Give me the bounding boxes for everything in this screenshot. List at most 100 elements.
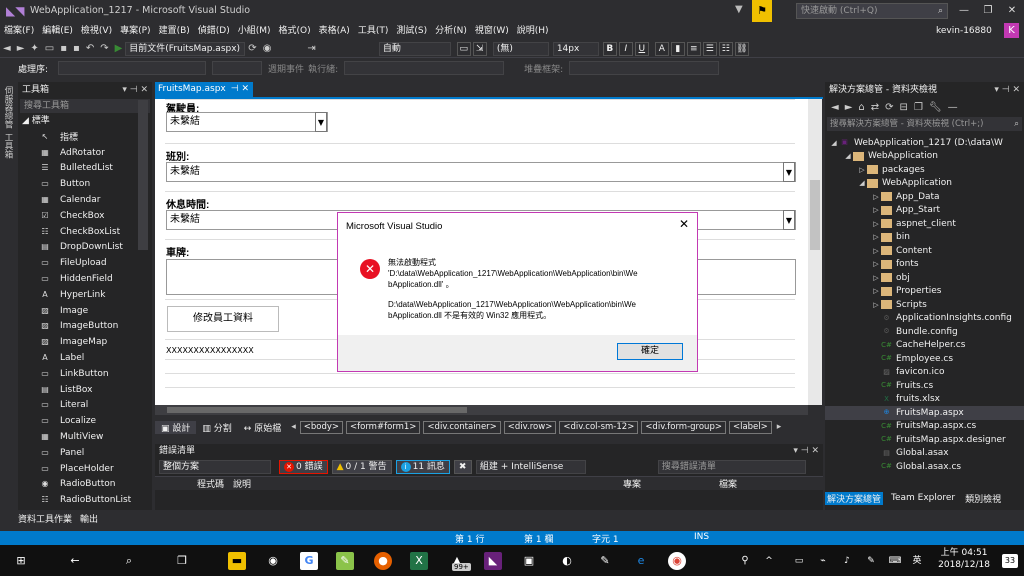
dialog-close-button[interactable]: ✕ bbox=[679, 217, 689, 231]
expand-icon[interactable]: ▷ bbox=[871, 301, 881, 309]
start-target-dropdown[interactable]: 目前文件(FruitsMap.aspx) bbox=[125, 41, 246, 56]
breadcrumb[interactable]: <body> bbox=[299, 420, 344, 434]
menu-analyze[interactable]: 分析(N) bbox=[431, 22, 471, 40]
toolbox-item-localize[interactable]: ▭ Localize bbox=[18, 413, 152, 429]
media-player-icon[interactable]: ◉ bbox=[264, 552, 282, 570]
refresh-icon[interactable]: ⟳ bbox=[245, 43, 259, 54]
highlight-icon[interactable]: ▮ bbox=[670, 41, 685, 56]
position-icon[interactable]: ▭ bbox=[456, 41, 471, 56]
expand-icon[interactable]: ▷ bbox=[871, 287, 881, 295]
tray-chevron-icon[interactable]: ^ bbox=[760, 552, 778, 570]
filter-icon[interactable]: ✖ bbox=[453, 460, 472, 474]
toolbox-item-imagemap[interactable]: ▨ ImageMap bbox=[18, 334, 152, 350]
snap-icon[interactable]: ⇲ bbox=[472, 41, 487, 56]
toolbox-item-checkboxlist[interactable]: ☷ CheckBoxList bbox=[18, 224, 152, 240]
solution-explorer-search-input[interactable]: 搜尋解決方案總管 - 資料夾檢視 (Ctrl+;) ⌕ bbox=[827, 117, 1022, 131]
network-icon[interactable]: ▭ bbox=[790, 552, 808, 570]
expand-icon[interactable]: ▷ bbox=[857, 166, 867, 174]
breadcrumb[interactable]: <form#form1> bbox=[346, 420, 421, 434]
toolbox-item-multiview[interactable]: ▦ MultiView bbox=[18, 429, 152, 445]
design-horizontal-scrollbar[interactable] bbox=[155, 405, 808, 415]
pin-icon[interactable]: ⊣ ✕ bbox=[231, 82, 249, 97]
firefox-icon[interactable]: ● bbox=[374, 552, 392, 570]
tab-fruitsmap-aspx[interactable]: FruitsMap.aspx ⊣ ✕ bbox=[155, 82, 253, 97]
tree-item[interactable]: ▷ aspnet_client bbox=[825, 217, 1024, 231]
tab-team-explorer[interactable]: Team Explorer bbox=[889, 493, 957, 503]
design-scroll-thumb[interactable] bbox=[810, 180, 820, 250]
preview-icon[interactable]: — bbox=[948, 102, 958, 113]
toolbox-item-placeholder[interactable]: ▭ PlaceHolder bbox=[18, 461, 152, 477]
toolbox-item-bulletedlist[interactable]: ☰ BulletedList bbox=[18, 161, 152, 177]
collapse-icon[interactable]: ◢ bbox=[857, 179, 867, 187]
toolbox-item-checkbox[interactable]: ☑ CheckBox bbox=[18, 208, 152, 224]
tree-item[interactable]: C# Fruits.cs bbox=[825, 379, 1024, 393]
menu-table[interactable]: 表格(A) bbox=[315, 22, 354, 40]
task-view-icon[interactable]: ❐ bbox=[173, 552, 191, 570]
app-icon[interactable]: ▣ bbox=[520, 552, 538, 570]
visual-studio-taskbar-icon[interactable]: ◣ bbox=[484, 552, 502, 570]
solution-explorer-pin-icon[interactable]: ▾ ⊣ ✕ bbox=[994, 82, 1020, 98]
layout-dropdown[interactable]: 自動 bbox=[378, 41, 451, 56]
breadcrumb[interactable]: <label> bbox=[728, 420, 772, 434]
error-search-input[interactable]: 搜尋錯誤清單 bbox=[657, 460, 806, 474]
keyboard-icon[interactable]: ⌨ bbox=[886, 552, 904, 570]
toolbox-item-listbox[interactable]: ▤ ListBox bbox=[18, 382, 152, 398]
remote-desktop-icon[interactable]: ◐ bbox=[558, 552, 576, 570]
tree-item[interactable]: C# Employee.cs bbox=[825, 352, 1024, 366]
breadcrumb[interactable]: <div.form-group> bbox=[641, 420, 726, 434]
menu-project[interactable]: 專案(P) bbox=[116, 22, 154, 40]
switch-views-icon[interactable]: ⇄ bbox=[871, 102, 879, 113]
collapse-all-icon[interactable]: ⊟ bbox=[900, 102, 908, 113]
messages-filter-button[interactable]: i 11 訊息 bbox=[395, 460, 450, 474]
google-icon[interactable]: G bbox=[300, 552, 318, 570]
paint-icon[interactable]: ✎ bbox=[596, 552, 614, 570]
save-all-icon[interactable]: ▪ bbox=[70, 43, 83, 54]
tree-item[interactable]: ▷ App_Data bbox=[825, 190, 1024, 204]
forward-icon[interactable]: ► bbox=[14, 43, 28, 54]
menu-test[interactable]: 測試(S) bbox=[392, 22, 431, 40]
tab-output[interactable]: 輸出 bbox=[80, 512, 98, 525]
toolbox-item-hiddenfield[interactable]: ▭ HiddenField bbox=[18, 271, 152, 287]
toolbox-item-button[interactable]: ▭ Button bbox=[18, 176, 152, 192]
crumb-right-icon[interactable]: ▸ bbox=[777, 422, 782, 432]
tree-item[interactable]: ▷ fonts bbox=[825, 258, 1024, 272]
menu-team[interactable]: 小組(M) bbox=[234, 22, 275, 40]
back-icon[interactable]: ◄ bbox=[0, 43, 14, 54]
tree-item[interactable]: ▷ packages bbox=[825, 163, 1024, 177]
menu-edit[interactable]: 編輯(E) bbox=[38, 22, 77, 40]
tree-item[interactable]: ◢ WebApplication bbox=[825, 150, 1024, 164]
forward-icon[interactable]: ► bbox=[845, 102, 853, 113]
chrome-icon[interactable]: ◉ bbox=[668, 552, 686, 570]
open-file-icon[interactable]: ▭ bbox=[42, 43, 57, 54]
process-dropdown[interactable] bbox=[58, 61, 207, 75]
shift-dropdown[interactable]: 未繫結 ▼ bbox=[166, 162, 796, 182]
menu-file[interactable]: 檔案(F) bbox=[0, 22, 38, 40]
align-left-icon[interactable]: ≡ bbox=[686, 41, 701, 56]
maximize-button[interactable]: ❐ bbox=[978, 3, 998, 19]
numbered-list-icon[interactable]: ☷ bbox=[718, 41, 733, 56]
tab-solution-explorer[interactable]: 解決方案總管 bbox=[825, 491, 884, 505]
tree-item[interactable]: ▨ favicon.ico bbox=[825, 366, 1024, 380]
bold-button[interactable]: B bbox=[602, 41, 617, 56]
error-list-pin-icon[interactable]: ▾ ⊣ ✕ bbox=[793, 444, 819, 458]
user-name[interactable]: kevin-16880 bbox=[936, 22, 992, 40]
font-color-button[interactable]: A bbox=[654, 41, 669, 56]
toolbox-item-dropdownlist[interactable]: ▤ DropDownList bbox=[18, 240, 152, 256]
stackframe-dropdown[interactable] bbox=[569, 61, 720, 75]
menu-view[interactable]: 檢視(V) bbox=[77, 22, 116, 40]
toolbox-item--[interactable]: ↖ 指標 bbox=[18, 129, 152, 145]
menu-format[interactable]: 格式(O) bbox=[275, 22, 315, 40]
tree-item[interactable]: C# FruitsMap.aspx.designer bbox=[825, 433, 1024, 447]
properties-icon[interactable]: 🔧︎ bbox=[929, 102, 942, 113]
underline-button[interactable]: U bbox=[634, 41, 649, 56]
breadcrumb[interactable]: <div.col-sm-12> bbox=[559, 420, 639, 434]
column-code[interactable]: 程式碼 bbox=[197, 477, 233, 490]
refresh-icon[interactable]: ⟳ bbox=[885, 102, 893, 113]
driver-dropdown[interactable]: 未繫結 ▼ bbox=[166, 112, 328, 132]
menu-tools[interactable]: 工具(T) bbox=[354, 22, 393, 40]
power-icon[interactable]: ⌁ bbox=[814, 552, 832, 570]
pen-icon[interactable]: ✎ bbox=[862, 552, 880, 570]
edit-employee-button[interactable]: 修改員工資料 bbox=[167, 306, 279, 332]
source-view-button[interactable]: ↔ 原始檔 bbox=[238, 421, 287, 434]
scope-dropdown[interactable]: 整個方案 bbox=[159, 460, 271, 474]
